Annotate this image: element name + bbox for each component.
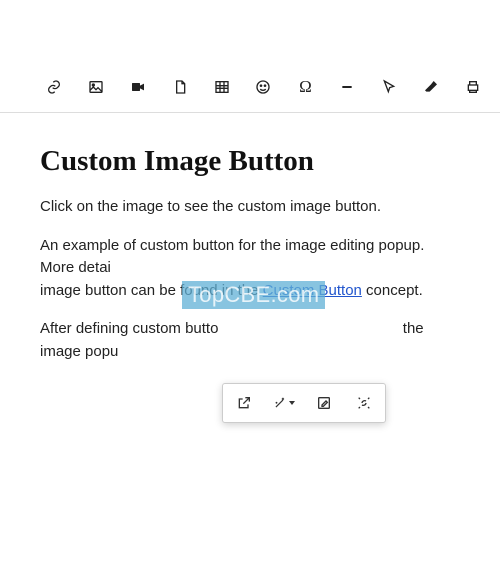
text: image button can be found in the <box>40 282 263 299</box>
print-icon[interactable] <box>464 78 482 96</box>
magic-wand-icon[interactable] <box>273 392 295 414</box>
unlink-icon[interactable] <box>353 392 375 414</box>
text: After defining custom butto <box>40 320 218 337</box>
smiley-icon[interactable] <box>255 78 273 96</box>
paragraph-1: Click on the image to see the custom ima… <box>40 196 460 219</box>
image-icon[interactable] <box>87 78 105 96</box>
link-icon[interactable] <box>45 78 63 96</box>
edit-icon[interactable] <box>313 392 335 414</box>
image-edit-popup <box>222 383 386 423</box>
special-char-icon[interactable]: Ω <box>296 78 314 96</box>
chevron-down-icon <box>289 401 295 405</box>
eraser-icon[interactable] <box>422 78 440 96</box>
open-external-icon[interactable] <box>233 392 255 414</box>
file-icon[interactable] <box>171 78 189 96</box>
paragraph-3: After defining custom butto the image po… <box>40 318 460 363</box>
page-heading: Custom Image Button <box>40 145 460 178</box>
editor-content[interactable]: Custom Image Button Click on the image t… <box>0 113 500 363</box>
text: An example of custom button for the imag… <box>40 237 424 277</box>
editor-toolbar: Ω <box>0 68 500 106</box>
cursor-icon[interactable] <box>380 78 398 96</box>
custom-button-link[interactable]: Custom Button <box>263 282 362 299</box>
video-icon[interactable] <box>129 78 147 96</box>
horizontal-rule-icon[interactable] <box>338 78 356 96</box>
paragraph-2: An example of custom button for the imag… <box>40 235 460 303</box>
text: concept. <box>362 282 423 299</box>
table-icon[interactable] <box>213 78 231 96</box>
